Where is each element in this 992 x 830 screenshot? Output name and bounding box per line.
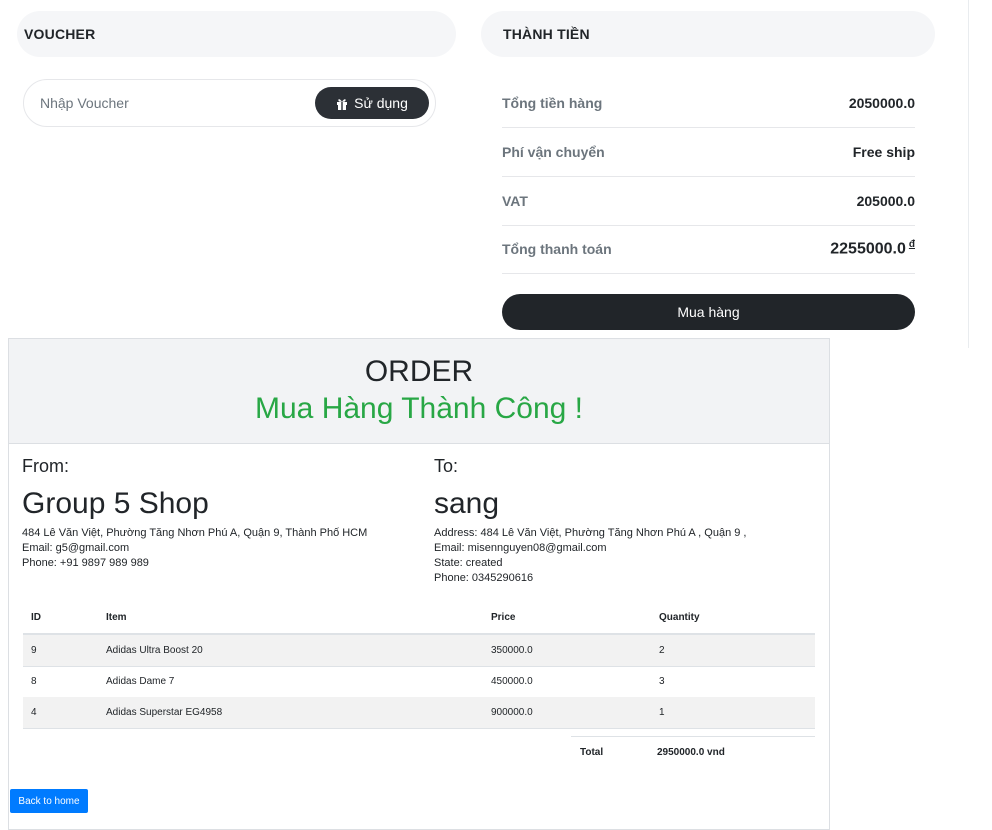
total-label: Total [580, 747, 604, 758]
right-divider [968, 0, 969, 348]
cell-id: 8 [31, 676, 37, 687]
total-value: 2950000.0 vnd [657, 747, 725, 758]
invoice-title: ORDER [364, 355, 474, 388]
cell-id: 4 [31, 707, 37, 718]
to-label: To: [434, 456, 459, 476]
summary-row-subtotal: Tổng tiền hàng 2050000.0 [502, 79, 915, 128]
to-address: Address: 484 Lê Văn Việt, Phường Tăng Nh… [434, 527, 747, 539]
summary-row-total: Tổng thanh toán 2255000.0 đ [502, 225, 915, 274]
column-header-price: Price [491, 612, 516, 623]
summary-row-vat: VAT 205000.0 [502, 177, 915, 226]
column-header-id: ID [31, 612, 41, 623]
cell-price: 450000.0 [491, 676, 533, 687]
table-row: 8 Adidas Dame 7 450000.0 3 [23, 666, 815, 698]
summary-title: THÀNH TIỀN [503, 26, 590, 42]
buy-button[interactable]: Mua hàng [502, 294, 915, 330]
summary-row-shipping: Phí vận chuyển Free ship [502, 128, 915, 177]
from-email: Email: g5@gmail.com [22, 542, 130, 554]
cell-item: Adidas Dame 7 [106, 676, 175, 687]
summary-label: Tổng tiền hàng [502, 95, 603, 111]
cell-id: 9 [31, 645, 37, 656]
cell-item: Adidas Ultra Boost 20 [106, 645, 203, 656]
to-state: State: created [434, 557, 503, 569]
from-label: From: [22, 456, 69, 476]
summary-label: Phí vận chuyển [502, 144, 605, 160]
table-row: 9 Adidas Ultra Boost 20 350000.0 2 [23, 635, 815, 667]
voucher-input[interactable] [40, 92, 300, 114]
cell-quantity: 2 [659, 645, 665, 656]
voucher-header: VOUCHER [17, 11, 456, 57]
use-voucher-label: Sử dụng [354, 95, 408, 111]
summary-value: 2050000.0 [848, 95, 915, 111]
currency-symbol: đ [908, 239, 915, 250]
summary-label: Tổng thanh toán [502, 241, 612, 257]
order-invoice: ORDER Mua Hàng Thành Công ! From: Group … [8, 338, 830, 830]
total-divider [571, 736, 815, 737]
from-phone: Phone: +91 9897 989 989 [22, 557, 149, 569]
success-message: Mua Hàng Thành Công ! [255, 392, 583, 425]
to-phone: Phone: 0345290616 [434, 572, 534, 584]
invoice-header: ORDER Mua Hàng Thành Công ! [9, 339, 829, 444]
summary-value: Free ship [852, 144, 915, 160]
to-name: sang [434, 487, 500, 520]
gift-icon [336, 97, 348, 110]
cell-quantity: 1 [659, 707, 665, 718]
voucher-title: VOUCHER [24, 26, 96, 42]
from-address: 484 Lê Văn Việt, Phường Tăng Nhơn Phú A,… [22, 527, 368, 539]
summary-total-value: 2255000.0 đ [830, 239, 915, 258]
summary-value: 205000.0 [856, 193, 915, 209]
use-voucher-button[interactable]: Sử dụng [315, 87, 429, 119]
summary-label: VAT [502, 193, 528, 209]
cell-quantity: 3 [659, 676, 665, 687]
voucher-form: Sử dụng [23, 79, 436, 127]
table-row: 4 Adidas Superstar EG4958 900000.0 1 [23, 697, 815, 729]
table-header: ID Item Price Quantity [23, 603, 815, 635]
summary-total-amount: 2255000.0 [830, 240, 906, 258]
back-to-home-button[interactable]: Back to home [10, 789, 88, 813]
summary-header: THÀNH TIỀN [481, 11, 935, 57]
to-email: Email: misennguyen08@gmail.com [434, 542, 607, 554]
cell-item: Adidas Superstar EG4958 [106, 707, 223, 718]
column-header-item: Item [106, 612, 127, 623]
cell-price: 900000.0 [491, 707, 533, 718]
column-header-quantity: Quantity [659, 612, 700, 623]
cell-price: 350000.0 [491, 645, 533, 656]
from-name: Group 5 Shop [22, 487, 209, 520]
